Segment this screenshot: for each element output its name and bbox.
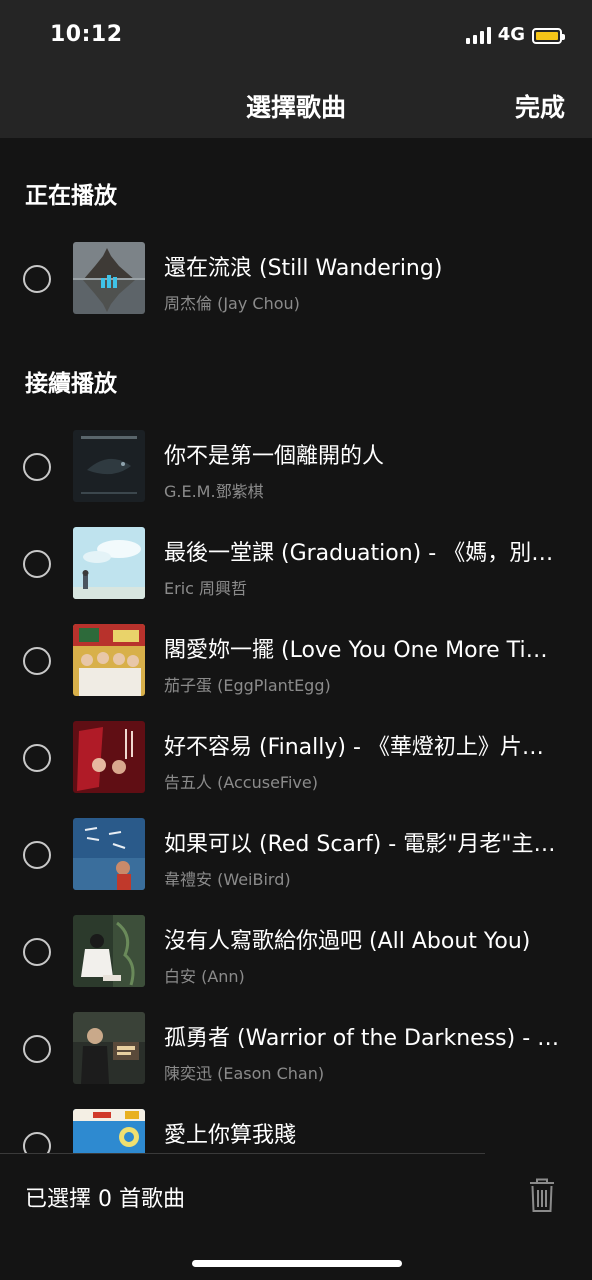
band-photo-art bbox=[73, 624, 145, 696]
select-radio[interactable] bbox=[23, 647, 51, 675]
song-list[interactable]: 正在播放 還在流浪 (Still Wandering) 周杰倫 (Jay Cho… bbox=[0, 138, 592, 1153]
song-title: 孤勇者 (Warrior of the Darkness) - 《英雄聯盟：雙城… bbox=[164, 1026, 564, 1051]
nav-bar: 選擇歌曲 完成 bbox=[0, 70, 592, 138]
song-artist: G.E.M.鄧紫棋 bbox=[164, 482, 264, 501]
select-radio[interactable] bbox=[23, 550, 51, 578]
song-artist: 告五人 (AccuseFive) bbox=[164, 773, 318, 792]
song-title: 還在流浪 (Still Wandering) bbox=[164, 256, 443, 281]
song-row[interactable]: 你不是第一個離開的人 G.E.M.鄧紫棋 bbox=[0, 418, 592, 512]
done-button[interactable]: 完成 bbox=[515, 88, 565, 124]
select-radio[interactable] bbox=[23, 1132, 51, 1153]
network-type: 4G bbox=[497, 24, 525, 45]
page-title: 選擇歌曲 bbox=[245, 93, 346, 122]
song-artist: 陳奕迅 (Eason Chan) bbox=[164, 1064, 325, 1083]
song-row[interactable]: 愛上你算我賤 bbox=[0, 1097, 592, 1153]
select-radio[interactable] bbox=[23, 1035, 51, 1063]
signal-icon bbox=[465, 26, 491, 44]
selected-count: 已選擇 0 首歌曲 bbox=[25, 1187, 185, 1212]
select-radio[interactable] bbox=[23, 453, 51, 481]
song-title: 最後一堂課 (Graduation) - 《媽，別鬧了！》主題曲 bbox=[164, 541, 564, 566]
song-title: 沒有人寫歌給你過吧 (All About You) bbox=[164, 929, 531, 954]
now-playing-song-row[interactable]: 還在流浪 (Still Wandering) 周杰倫 (Jay Chou) bbox=[0, 230, 592, 324]
divider bbox=[0, 1153, 485, 1154]
song-title: 好不容易 (Finally) - 《華燈初上》片尾曲 bbox=[164, 735, 564, 760]
song-row[interactable]: 沒有人寫歌給你過吧 (All About You) 白安 (Ann) bbox=[0, 903, 592, 997]
status-icons: 4G bbox=[465, 24, 565, 45]
red-neon-art bbox=[73, 721, 145, 793]
garden-girl-art bbox=[73, 915, 145, 987]
home-indicator[interactable] bbox=[192, 1260, 402, 1267]
song-row[interactable]: 好不容易 (Finally) - 《華燈初上》片尾曲 告五人 (AccuseFi… bbox=[0, 709, 592, 803]
song-artist: 白安 (Ann) bbox=[164, 967, 245, 986]
song-artist: 韋禮安 (WeiBird) bbox=[164, 870, 291, 889]
dark-portrait-art bbox=[73, 1012, 145, 1084]
song-artist: 周杰倫 (Jay Chou) bbox=[164, 294, 300, 313]
song-title: 愛上你算我賤 bbox=[164, 1123, 297, 1148]
song-artist: Eric 周興哲 bbox=[164, 579, 248, 598]
select-radio[interactable] bbox=[23, 938, 51, 966]
blue-calligraphy-art bbox=[73, 818, 145, 890]
status-bar: 10:12 4G bbox=[0, 0, 592, 70]
song-title: 你不是第一個離開的人 bbox=[164, 444, 385, 469]
select-radio[interactable] bbox=[23, 265, 51, 293]
up-next-header: 接續播放 bbox=[25, 371, 117, 397]
select-radio[interactable] bbox=[23, 841, 51, 869]
song-title: 如果可以 (Red Scarf) - 電影"月老"主題曲 bbox=[164, 832, 564, 857]
castle-reflection-art bbox=[73, 242, 145, 314]
song-row[interactable]: 最後一堂課 (Graduation) - 《媽，別鬧了！》主題曲 Eric 周興… bbox=[0, 515, 592, 609]
song-artist: 茄子蛋 (EggPlantEgg) bbox=[164, 676, 331, 695]
blue-poster-art bbox=[73, 1109, 145, 1153]
dark-fish-art bbox=[73, 430, 145, 502]
song-row[interactable]: 孤勇者 (Warrior of the Darkness) - 《英雄聯盟：雙城… bbox=[0, 1000, 592, 1094]
status-time: 10:12 bbox=[50, 22, 123, 47]
select-radio[interactable] bbox=[23, 744, 51, 772]
sky-figure-art bbox=[73, 527, 145, 599]
song-row[interactable]: 如果可以 (Red Scarf) - 電影"月老"主題曲 韋禮安 (WeiBir… bbox=[0, 806, 592, 900]
song-title: 閣愛妳一擺 (Love You One More Time) bbox=[164, 638, 564, 663]
now-playing-header: 正在播放 bbox=[25, 183, 117, 209]
battery-icon bbox=[532, 28, 565, 44]
trash-icon[interactable] bbox=[528, 1178, 556, 1214]
song-row[interactable]: 閣愛妳一擺 (Love You One More Time) 茄子蛋 (EggP… bbox=[0, 612, 592, 706]
